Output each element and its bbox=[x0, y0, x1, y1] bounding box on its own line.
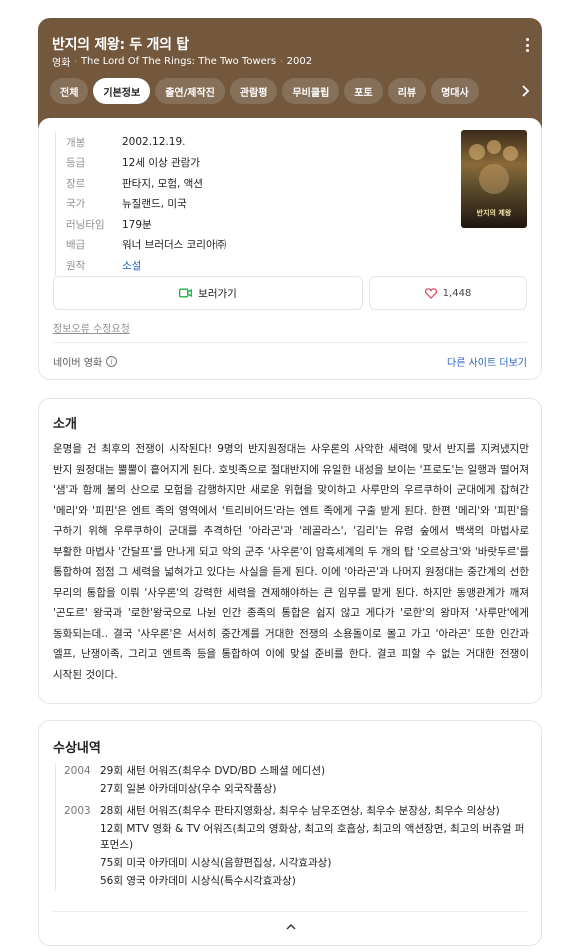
more-options-icon[interactable] bbox=[524, 38, 530, 52]
tab-basic-info[interactable]: 기본정보 bbox=[93, 78, 151, 104]
like-button[interactable]: 1,448 bbox=[369, 276, 527, 310]
tab-movie-clips[interactable]: 무비클립 bbox=[282, 78, 340, 104]
award-item: 75회 미국 아카데미 시상식(음향편집상, 시각효과상) bbox=[100, 857, 332, 869]
like-count: 1,448 bbox=[442, 287, 472, 299]
tab-reviews-rating[interactable]: 관람평 bbox=[229, 78, 278, 104]
original-work-link[interactable]: 소설 bbox=[122, 258, 141, 273]
movie-category: 영화 bbox=[52, 58, 71, 69]
poster-title: 반지의 제왕 bbox=[476, 209, 512, 217]
info-row-rating: 등급 12세 이상 관람가 bbox=[66, 157, 200, 170]
movie-header: 반지의 제왕: 두 개의 탑 영화 · The Lord Of The Ring… bbox=[38, 18, 542, 128]
award-item: 27회 일본 아카데미상(우수 외국작품상) bbox=[100, 783, 277, 795]
divider bbox=[53, 911, 527, 912]
award-year-group: 2003 28회 새턴 어워즈(최우수 판타지영화상, 최우수 남우조연상, 최… bbox=[64, 803, 529, 891]
info-row-country: 국가 뉴질랜드, 미국 bbox=[66, 198, 187, 211]
info-row-genre: 장르 판타지, 모험, 액션 bbox=[66, 177, 203, 190]
tab-bar: 전체 기본정보 출연/제작진 관람평 무비클립 포토 리뷰 명대사 bbox=[50, 78, 510, 104]
info-list: 개봉 2002.12.19. 등급 12세 이상 관람가 장르 판타지, 모험, 액션… bbox=[55, 132, 226, 276]
synopsis-card: 소개 운명을 건 최후의 전쟁이 시작된다! 9명의 반지원정대는 사우론의 사… bbox=[38, 398, 542, 704]
synopsis-title: 소개 bbox=[53, 417, 77, 432]
movie-subtitle: 영화 · The Lord Of The Rings: The Two Towe… bbox=[52, 54, 312, 69]
movie-poster[interactable]: 반지의 제왕 bbox=[461, 130, 527, 228]
award-item: 28회 새턴 어워즈(최우수 판타지영화상, 최우수 남우조연상, 최우수 분장… bbox=[100, 805, 500, 817]
more-sites-link[interactable]: 다른 사이트 더보기 bbox=[447, 354, 527, 369]
award-item: 12회 MTV 영화 & TV 어워즈(최고의 영화상, 최고의 호흡상, 최고… bbox=[100, 823, 525, 851]
original-title: The Lord Of The Rings: The Two Towers bbox=[80, 56, 277, 67]
info-icon[interactable]: i bbox=[106, 356, 118, 367]
source-attribution: 네이버 영화 i bbox=[53, 354, 118, 369]
tab-photos[interactable]: 포토 bbox=[344, 78, 383, 104]
award-year: 2003 bbox=[64, 805, 91, 817]
info-row-runtime: 러닝타임 179분 bbox=[66, 218, 152, 231]
heart-icon bbox=[424, 287, 437, 299]
chevron-right-icon[interactable] bbox=[518, 84, 532, 98]
separator-dot: · bbox=[74, 57, 77, 66]
synopsis-text: 운명을 건 최후의 전쟁이 시작된다! 9명의 반지원정대는 사우론의 사악한 … bbox=[53, 443, 529, 681]
source-label: 네이버 영화 bbox=[53, 358, 103, 369]
chevron-up-icon[interactable] bbox=[285, 921, 297, 933]
divider bbox=[53, 342, 527, 343]
video-camera-icon bbox=[179, 288, 193, 298]
award-item: 56회 영국 아카데미 시상식(특수시각효과상) bbox=[100, 875, 296, 887]
release-year: 2002 bbox=[286, 56, 313, 67]
award-year: 2004 bbox=[64, 765, 91, 777]
tab-review[interactable]: 리뷰 bbox=[387, 78, 427, 104]
tab-famous-lines[interactable]: 명대사 bbox=[431, 78, 479, 104]
watch-label: 보러가기 bbox=[198, 287, 237, 300]
report-error-link[interactable]: 정보오류 수정요청 bbox=[53, 320, 130, 335]
tab-all[interactable]: 전체 bbox=[50, 78, 89, 104]
info-row-distributor: 배급 워너 브러더스 코리아㈜ bbox=[66, 239, 227, 252]
awards-title: 수상내역 bbox=[53, 741, 101, 756]
separator-dot: · bbox=[280, 57, 283, 66]
watch-button[interactable]: 보러가기 bbox=[53, 276, 363, 310]
info-row-original-work: 원작 소설 bbox=[66, 258, 142, 273]
award-item: 29회 새턴 어워즈(최우수 DVD/BD 스페셜 에디션) bbox=[100, 765, 326, 777]
basic-info-card: 개봉 2002.12.19. 등급 12세 이상 관람가 장르 판타지, 모험, 액션… bbox=[38, 118, 542, 380]
award-year-group: 2004 29회 새턴 어워즈(최우수 DVD/BD 스페셜 에디션) 27회 … bbox=[64, 763, 529, 799]
movie-title[interactable]: 반지의 제왕: 두 개의 탑 bbox=[52, 34, 189, 54]
awards-list: 2004 29회 새턴 어워즈(최우수 DVD/BD 스페셜 에디션) 27회 … bbox=[55, 763, 529, 891]
awards-card: 수상내역 2004 29회 새턴 어워즈(최우수 DVD/BD 스페셜 에디션)… bbox=[38, 720, 542, 946]
info-row-release: 개봉 2002.12.19. bbox=[66, 136, 186, 149]
tab-cast-crew[interactable]: 출연/제작진 bbox=[155, 78, 225, 104]
